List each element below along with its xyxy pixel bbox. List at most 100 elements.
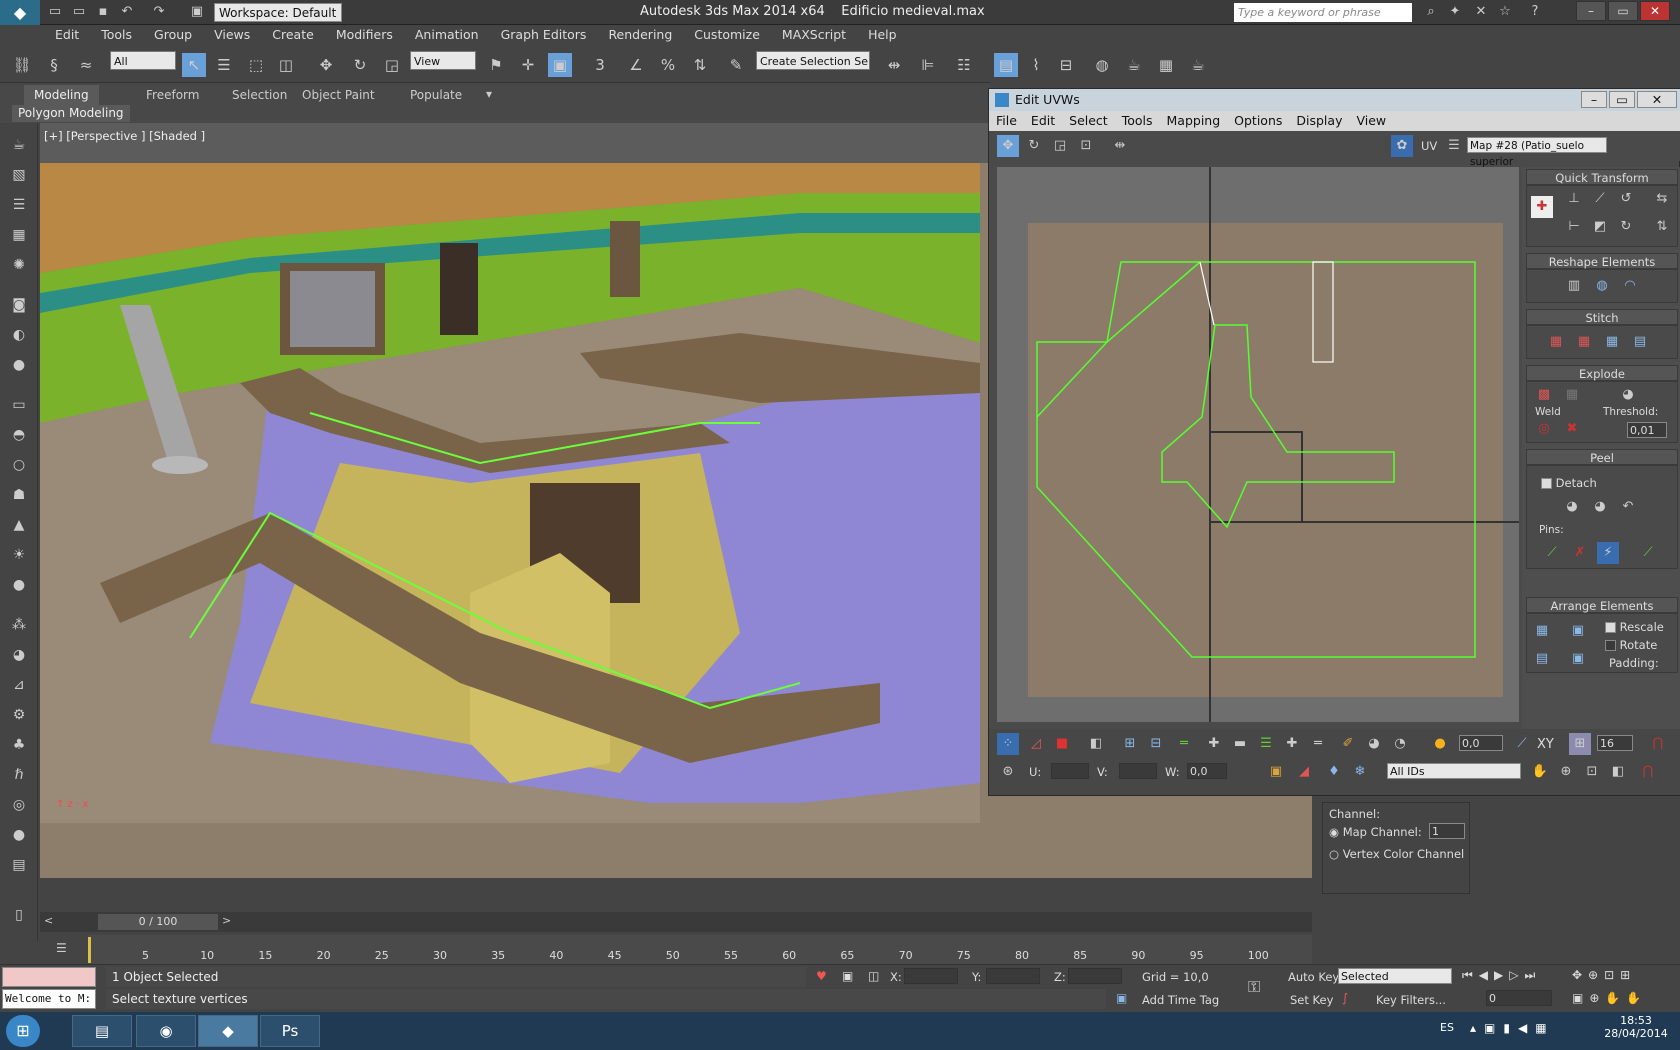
playback-controls[interactable]: ⏮◀▶▷⏭ bbox=[1462, 968, 1541, 983]
shrink-ring-icon[interactable]: ═ bbox=[1307, 733, 1329, 755]
straighten-selection-icon[interactable]: ▥ bbox=[1563, 275, 1585, 297]
uvw-scale-icon[interactable]: ◲ bbox=[1049, 135, 1071, 157]
rotate-90-ccw-icon[interactable]: ↺ bbox=[1615, 188, 1637, 210]
filter-icon[interactable]: ♦ bbox=[1323, 761, 1345, 783]
menu-help[interactable]: Help bbox=[857, 25, 908, 45]
time-slider[interactable]: < 0 / 100 > bbox=[40, 912, 1312, 932]
menu-maxscript[interactable]: MAXScript bbox=[771, 25, 857, 45]
uvw-menu-mapping[interactable]: Mapping bbox=[1160, 111, 1228, 131]
maximize-button[interactable]: ▭ bbox=[1608, 1, 1638, 21]
snap-icon[interactable]: ⋂ bbox=[1637, 761, 1659, 783]
shapes-icon[interactable]: ◕ bbox=[6, 643, 32, 667]
menu-tools[interactable]: Tools bbox=[90, 25, 143, 45]
uvw-minimize-button[interactable]: – bbox=[1581, 91, 1607, 108]
explorer-taskbar-icon[interactable]: ▤ bbox=[72, 1015, 132, 1047]
unlink-icon[interactable]: § bbox=[42, 53, 66, 77]
render-icon[interactable]: ▧ bbox=[6, 163, 32, 187]
light-icon[interactable]: ✺ bbox=[6, 253, 32, 277]
angle-snap-icon[interactable]: ∠ bbox=[624, 53, 648, 77]
uvw-menu-view[interactable]: View bbox=[1349, 111, 1393, 131]
rescale-checkbox[interactable]: Rescale bbox=[1605, 620, 1664, 634]
ball-icon[interactable]: ● bbox=[6, 823, 32, 847]
menu-create[interactable]: Create bbox=[261, 25, 325, 45]
tray-icons[interactable]: ▴▣▮◀▦ bbox=[1470, 1021, 1555, 1035]
menu-animation[interactable]: Animation bbox=[404, 25, 490, 45]
uv-label[interactable]: UV bbox=[1421, 139, 1437, 153]
shrink-selection-icon[interactable]: ⊟ bbox=[1145, 733, 1167, 755]
close-button[interactable]: ✕ bbox=[1640, 1, 1670, 21]
menu-customize[interactable]: Customize bbox=[683, 25, 771, 45]
subscription-icon[interactable]: ✦ bbox=[1446, 3, 1464, 21]
box-icon[interactable]: ▭ bbox=[6, 393, 32, 417]
falloff-spinner[interactable]: 0,0 bbox=[1459, 735, 1503, 751]
vertex-mode-icon[interactable]: ⁘ bbox=[997, 733, 1019, 755]
align-vertical-icon[interactable]: ⊥ bbox=[1563, 188, 1585, 210]
open-file-icon[interactable]: ▭ bbox=[70, 3, 88, 21]
weld-selected-icon[interactable]: ◎ bbox=[1533, 418, 1555, 440]
ribbon-options-icon[interactable]: ▾ bbox=[486, 87, 492, 101]
material-editor-icon[interactable]: ◍ bbox=[1090, 53, 1114, 77]
v-spinner[interactable] bbox=[1119, 763, 1157, 779]
tab-freeform[interactable]: Freeform bbox=[136, 85, 209, 105]
ring-icon[interactable]: ☰ bbox=[1255, 733, 1277, 755]
absolute-mode-icon[interactable]: ◫ bbox=[868, 969, 879, 983]
sun-icon[interactable]: ☀ bbox=[6, 543, 32, 567]
u-spinner[interactable] bbox=[1051, 763, 1089, 779]
layer-manager-icon[interactable]: ☷ bbox=[952, 53, 976, 77]
pack-together-icon[interactable]: ▤ bbox=[1531, 648, 1553, 670]
navigation-controls[interactable]: ✥⊕⊡⊞ bbox=[1572, 968, 1636, 982]
pack-normalize-icon[interactable]: ▦ bbox=[1531, 620, 1553, 642]
uvw-checker-icon[interactable]: ✿ bbox=[1391, 135, 1413, 157]
explode-header[interactable]: Explode bbox=[1526, 365, 1678, 381]
paint-select-icon[interactable]: ✐ bbox=[1337, 733, 1359, 755]
uvw-menu-options[interactable]: Options bbox=[1227, 111, 1289, 131]
grid-icon[interactable]: ▦ bbox=[6, 223, 32, 247]
arrange-elements-header[interactable]: Arrange Elements bbox=[1526, 597, 1678, 613]
w-spinner[interactable]: 0,0 bbox=[1187, 763, 1227, 779]
bind-space-warp-icon[interactable]: ≈ bbox=[74, 53, 98, 77]
weld-target-icon[interactable]: ◕ bbox=[1617, 384, 1639, 406]
render-setup-icon[interactable]: ☕ bbox=[1122, 53, 1146, 77]
detach-edge-icon[interactable]: ▦ bbox=[1561, 384, 1583, 406]
shrink-brush-icon[interactable]: ◔ bbox=[1389, 733, 1411, 755]
grow-ring-icon[interactable]: ✚ bbox=[1281, 733, 1303, 755]
motion-icon[interactable]: ◐ bbox=[6, 323, 32, 347]
pack-custom-icon[interactable]: ▣ bbox=[1567, 620, 1589, 642]
polygon-modeling-panel[interactable]: Polygon Modeling bbox=[12, 105, 130, 122]
soft-selection-icon[interactable]: ● bbox=[1429, 733, 1451, 755]
scale-icon[interactable]: ◲ bbox=[380, 53, 404, 77]
y-coordinate-field[interactable] bbox=[986, 968, 1040, 984]
freeze-icon[interactable]: ❄ bbox=[1349, 761, 1371, 783]
edge-distance-spinner[interactable]: 16 bbox=[1597, 735, 1633, 751]
pivot-center-icon[interactable]: ⚑ bbox=[484, 53, 508, 77]
map-channel-radio[interactable]: ◉ Map Channel: bbox=[1329, 825, 1422, 839]
save-icon[interactable]: ▪ bbox=[94, 3, 112, 21]
current-frame-marker[interactable] bbox=[88, 937, 91, 963]
minimize-button[interactable]: – bbox=[1576, 1, 1606, 21]
start-button[interactable]: ⊞ bbox=[6, 1015, 40, 1047]
uvw-editor-canvas[interactable] bbox=[997, 167, 1519, 722]
uvw-move-icon[interactable]: ✥ bbox=[997, 135, 1019, 157]
prev-frame-icon[interactable]: < bbox=[44, 914, 53, 927]
tab-selection[interactable]: Selection bbox=[222, 85, 297, 105]
select-pinned-icon[interactable]: ⟋ bbox=[1637, 542, 1659, 564]
navigation-controls-2[interactable]: ▣⊕✋✋ bbox=[1572, 991, 1647, 1005]
list-icon[interactable]: ☰ bbox=[6, 193, 32, 217]
straighten-icon[interactable]: ◩ bbox=[1589, 216, 1611, 238]
stitch-source-icon[interactable]: ▦ bbox=[1601, 331, 1623, 353]
menu-modifiers[interactable]: Modifiers bbox=[325, 25, 404, 45]
link-icon[interactable]: ⛓ bbox=[10, 53, 34, 77]
gear-icon[interactable]: ⚙ bbox=[6, 703, 32, 727]
teapot-icon[interactable]: ☕ bbox=[6, 133, 32, 157]
select-manipulate-icon[interactable]: ✛ bbox=[516, 53, 540, 77]
z-coordinate-field[interactable] bbox=[1068, 968, 1122, 984]
menu-group[interactable]: Group bbox=[143, 25, 203, 45]
isolate-icon[interactable]: ♥ bbox=[816, 969, 827, 983]
maxscript-mini-listener[interactable]: Welcome to M: bbox=[2, 989, 96, 1009]
uvw-close-button[interactable]: ✕ bbox=[1637, 91, 1677, 108]
rescale-check[interactable] bbox=[1605, 622, 1616, 633]
curve-editor-icon[interactable]: ⌇ bbox=[1024, 53, 1048, 77]
select-object-icon[interactable]: ↖ bbox=[182, 53, 206, 77]
uvw-mirror-icon[interactable]: ⇹ bbox=[1109, 135, 1131, 157]
stitch-header[interactable]: Stitch bbox=[1526, 309, 1678, 325]
